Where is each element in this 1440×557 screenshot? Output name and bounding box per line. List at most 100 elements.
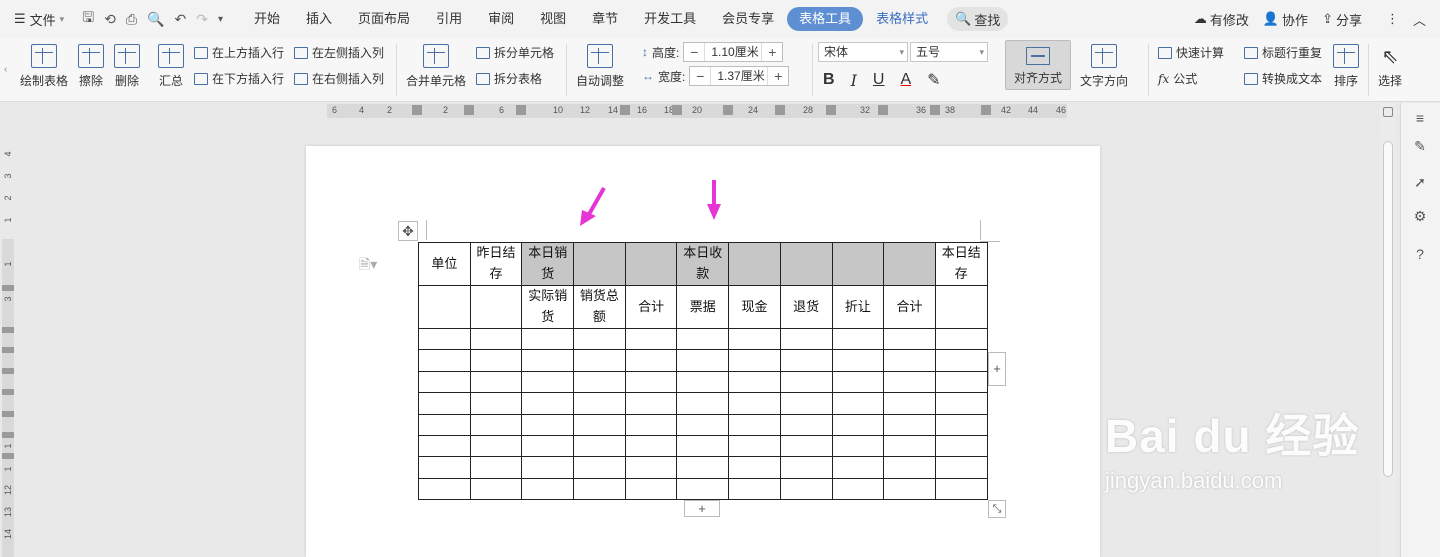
table-resize-icon[interactable]: ⤡ bbox=[988, 500, 1006, 518]
collab-button[interactable]: 👤 协作 bbox=[1263, 10, 1308, 29]
collapse-ribbon-icon[interactable]: ︿ bbox=[1413, 10, 1426, 29]
table-cell[interactable] bbox=[728, 392, 781, 415]
table-cell[interactable] bbox=[521, 370, 575, 394]
table-cell[interactable] bbox=[779, 413, 833, 436]
quick-calc-button[interactable]: 快速计算 bbox=[1158, 44, 1224, 61]
table-cell[interactable] bbox=[779, 349, 833, 372]
ruler-row-marker[interactable] bbox=[2, 285, 14, 291]
table-cell[interactable] bbox=[934, 456, 988, 479]
table-cell[interactable] bbox=[728, 242, 781, 286]
table-cell[interactable] bbox=[883, 392, 936, 415]
table-cell[interactable] bbox=[521, 327, 575, 351]
table-cell[interactable] bbox=[676, 434, 730, 458]
table-cell[interactable] bbox=[573, 477, 626, 501]
table-cell[interactable] bbox=[469, 477, 523, 501]
table-cell[interactable] bbox=[883, 413, 936, 436]
table-cell[interactable] bbox=[418, 477, 471, 501]
print-icon[interactable]: ⎙ bbox=[126, 11, 137, 28]
table-cell[interactable] bbox=[728, 349, 781, 372]
table-cell[interactable] bbox=[521, 392, 575, 415]
table-cell[interactable] bbox=[934, 327, 988, 351]
tab-developer[interactable]: 开发工具 bbox=[631, 7, 709, 31]
ribbon-scroll-left-icon[interactable]: ‹ bbox=[4, 64, 7, 75]
table-cell[interactable] bbox=[779, 434, 833, 458]
insert-below-button[interactable]: 在下方插入行 bbox=[194, 70, 284, 87]
table-cell[interactable] bbox=[831, 242, 885, 286]
ruler-row-marker[interactable] bbox=[2, 327, 14, 333]
pen-icon[interactable]: ✎ bbox=[1411, 137, 1429, 155]
font-color-icon[interactable]: A bbox=[900, 71, 911, 89]
table-cell[interactable] bbox=[883, 456, 936, 479]
redo-icon[interactable]: ↷ bbox=[196, 11, 208, 28]
highlight-icon[interactable]: ✎ bbox=[927, 70, 940, 90]
table-cell[interactable]: 实际销货 bbox=[521, 285, 575, 329]
width-value[interactable]: 1.37厘米 bbox=[710, 67, 769, 85]
auto-adjust-button[interactable]: 自动调整 bbox=[576, 44, 624, 89]
merge-cells-button[interactable]: 合并单元格 bbox=[406, 44, 466, 89]
file-menu[interactable]: ☰ 文件 ▾ bbox=[14, 10, 64, 29]
table-cell[interactable] bbox=[573, 456, 626, 479]
table-cell[interactable] bbox=[831, 392, 885, 415]
share-button[interactable]: ⇪ 分享 bbox=[1322, 10, 1362, 29]
document-table[interactable]: 单位 昨日结存 本日销货 本日收款 本日结存 实际销货 销货总额 合计 票据 现… bbox=[418, 242, 988, 501]
font-name-select[interactable]: 宋体 ▾ bbox=[818, 42, 908, 62]
ruler-column-marker[interactable] bbox=[930, 105, 940, 115]
scrollbar-thumb[interactable] bbox=[1383, 141, 1393, 477]
tab-view[interactable]: 视图 bbox=[527, 7, 579, 31]
table-cell[interactable]: 退货 bbox=[779, 285, 833, 329]
table-cell[interactable]: 折让 bbox=[831, 285, 885, 329]
table-move-handle-icon[interactable]: ✥ bbox=[398, 221, 418, 241]
split-cells-button[interactable]: 拆分单元格 bbox=[476, 44, 554, 61]
table-cell[interactable] bbox=[934, 477, 988, 501]
table-cell[interactable] bbox=[676, 349, 730, 372]
table-cell[interactable] bbox=[624, 349, 678, 372]
table-cell[interactable] bbox=[624, 370, 678, 394]
ruler-column-marker[interactable] bbox=[775, 105, 785, 115]
table-cell[interactable] bbox=[676, 370, 730, 394]
table-cell[interactable] bbox=[624, 413, 678, 436]
convert-text-button[interactable]: 转换成文本 bbox=[1244, 70, 1322, 87]
underline-icon[interactable]: U bbox=[873, 71, 885, 89]
height-input[interactable]: − 1.10厘米 + bbox=[683, 42, 784, 62]
table-cell[interactable] bbox=[469, 370, 523, 394]
table-cell[interactable] bbox=[469, 285, 523, 329]
ruler-row-marker[interactable] bbox=[2, 368, 14, 374]
height-decrease-button[interactable]: − bbox=[684, 44, 704, 60]
table-cell[interactable] bbox=[521, 456, 575, 479]
undo-format-icon[interactable]: ⟲ bbox=[104, 11, 116, 28]
table-cell[interactable] bbox=[469, 456, 523, 479]
width-input[interactable]: − 1.37厘米 + bbox=[689, 66, 790, 86]
table-cell[interactable] bbox=[779, 327, 833, 351]
ruler-row-marker[interactable] bbox=[2, 347, 14, 353]
align-button[interactable]: 对齐方式 bbox=[1005, 40, 1071, 90]
select-button[interactable]: ⇖ 选择 bbox=[1378, 44, 1402, 89]
draw-table-button[interactable]: 绘制表格 bbox=[20, 44, 68, 89]
print-preview-icon[interactable]: 🔍 bbox=[147, 11, 164, 28]
table-cell[interactable] bbox=[779, 242, 833, 286]
table-cell[interactable] bbox=[831, 349, 885, 372]
table-cell[interactable] bbox=[418, 370, 471, 394]
table-cell[interactable] bbox=[728, 477, 781, 501]
table-cell[interactable] bbox=[934, 370, 988, 394]
table-cell[interactable]: 销货总额 bbox=[573, 285, 626, 329]
table-cell[interactable] bbox=[934, 392, 988, 415]
table-cell[interactable] bbox=[883, 242, 936, 286]
ruler-column-marker[interactable] bbox=[723, 105, 733, 115]
table-cell[interactable] bbox=[573, 370, 626, 394]
ruler-column-marker[interactable] bbox=[672, 105, 682, 115]
table-cell[interactable] bbox=[883, 477, 936, 501]
table-cell[interactable] bbox=[418, 392, 471, 415]
vertical-ruler[interactable]: 4 3 2 1 1 3 1 1 12 13 14 bbox=[0, 119, 16, 557]
search-button[interactable]: 🔍 查找 bbox=[947, 7, 1009, 31]
erase-button[interactable]: 擦除 bbox=[78, 44, 104, 89]
table-cell[interactable] bbox=[469, 413, 523, 436]
bold-icon[interactable]: B bbox=[823, 71, 835, 89]
table-cell[interactable] bbox=[418, 349, 471, 372]
font-size-select[interactable]: 五号 ▾ bbox=[910, 42, 988, 62]
add-column-button[interactable]: + bbox=[988, 352, 1006, 386]
table-cell[interactable] bbox=[573, 413, 626, 436]
table-cell[interactable] bbox=[573, 349, 626, 372]
table-cell[interactable] bbox=[521, 349, 575, 372]
table-cell[interactable] bbox=[573, 327, 626, 351]
table-cell[interactable] bbox=[779, 370, 833, 394]
